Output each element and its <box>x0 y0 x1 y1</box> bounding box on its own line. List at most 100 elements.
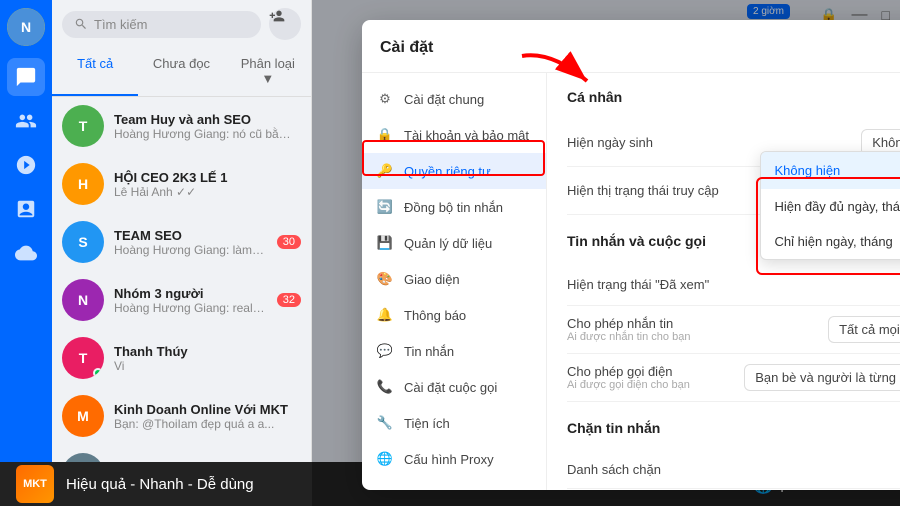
tab-unread[interactable]: Chưa đọc <box>138 48 224 96</box>
allow-call-label: Cho phép gọi điện <box>567 364 690 379</box>
search-box[interactable]: Tìm kiếm <box>62 11 261 38</box>
nav-label-sync: Đồng bộ tin nhắn <box>404 200 503 215</box>
settings-nav-messages[interactable]: 💬 Tin nhắn <box>362 333 546 369</box>
seen-label: Hiện trạng thái "Đã xem" <box>567 277 709 292</box>
nav-icon-messages: 💬 <box>376 342 394 360</box>
chat-name: Nhóm 3 người <box>114 286 267 301</box>
chat-meta: 30 <box>277 235 301 249</box>
nav-icon-utilities: 🔧 <box>376 414 394 432</box>
settings-header: Cài đặt ✕ <box>362 20 900 73</box>
dropdown-option[interactable]: Không hiện ✓ <box>761 152 900 189</box>
add-contact-icon[interactable] <box>269 8 301 40</box>
settings-nav-notify[interactable]: 🔔 Thông báo <box>362 297 546 333</box>
chat-item[interactable]: N Nhóm 3 người Hoàng Hương Giang: real t… <box>52 271 311 329</box>
settings-dialog: Cài đặt ✕ ⚙ Cài đặt chung 🔒 Tài khoản và… <box>362 20 900 490</box>
chat-preview: Hoàng Hương Giang: nó cũ bằng... <box>114 127 291 141</box>
chat-item[interactable]: H HỘI CEO 2K3 LẾ 1 Lê Hải Anh ✓✓ <box>52 155 311 213</box>
nav-label-data: Quản lý dữ liệu <box>404 236 492 251</box>
allow-call-dropdown[interactable]: Bạn bè và người là từng liên hệ ▾ <box>744 364 900 391</box>
settings-nav: ⚙ Cài đặt chung 🔒 Tài khoản và bảo mật 🔑… <box>362 73 547 490</box>
dropdown-option-label: Không hiện <box>775 163 841 178</box>
allow-call-value: Bạn bè và người là từng liên hệ <box>755 370 900 385</box>
main-content: 🔒 — □ 🔷 MKT 🔷 MKT 🔷 MKT 🔷 MKT 🔷 MKT 🔷 MK… <box>312 0 900 506</box>
seen-row: Hiện trạng thái "Đã xem" <box>567 263 900 306</box>
settings-nav-calls[interactable]: 📞 Cài đặt cuộc gọi <box>362 369 546 405</box>
chat-preview: Hoàng Hương Giang: làm cài quả... <box>114 243 267 257</box>
dropdown-option[interactable]: Chỉ hiện ngày, tháng <box>761 224 900 259</box>
user-avatar[interactable]: N <box>7 8 45 46</box>
discover-nav-icon[interactable] <box>7 146 45 184</box>
app-container: N Tìm kiếm <box>0 0 900 506</box>
section-personal: Cá nhân <box>567 89 900 105</box>
settings-nav-account[interactable]: 🔒 Tài khoản và bảo mật <box>362 117 546 153</box>
modal-overlay: Cài đặt ✕ ⚙ Cài đặt chung 🔒 Tài khoản và… <box>312 0 900 506</box>
settings-nav-data[interactable]: 💾 Quản lý dữ liệu <box>362 225 546 261</box>
nav-label-messages: Tin nhắn <box>404 344 454 359</box>
nav-icon-sync: 🔄 <box>376 198 394 216</box>
nav-icon-account: 🔒 <box>376 126 394 144</box>
chat-info: TEAM SEO Hoàng Hương Giang: làm cài quả.… <box>114 228 267 257</box>
sidebar-header: Tìm kiếm <box>52 0 311 48</box>
nav-label-privacy: Quyền riêng tư <box>404 164 491 179</box>
settings-nav-sync[interactable]: 🔄 Đồng bộ tin nhắn <box>362 189 546 225</box>
settings-nav-interface[interactable]: 🎨 Giao diện <box>362 261 546 297</box>
sidebar-tabs: Tất cả Chưa đọc Phân loại ▼ <box>52 48 311 97</box>
logo-area: MKT <box>16 465 54 503</box>
settings-nav-privacy[interactable]: 🔑 Quyền riêng tư <box>362 153 546 189</box>
chat-item[interactable]: T Team Huy và anh SEO Hoàng Hương Giang:… <box>52 97 311 155</box>
chat-preview: Bạn: @ThoiIam đẹp quá a a... <box>114 417 291 431</box>
block-list-row[interactable]: Danh sách chặn › <box>567 450 900 489</box>
chat-preview: Lê Hải Anh ✓✓ <box>114 185 291 199</box>
nav-icon-calls: 📞 <box>376 378 394 396</box>
svg-text:N: N <box>21 19 31 35</box>
chat-name: Thanh Thúy <box>114 344 291 359</box>
chat-name: Team Huy và anh SEO <box>114 112 291 127</box>
chat-avatar: T <box>62 105 104 147</box>
chat-avatar: T <box>62 337 104 379</box>
settings-content: Cá nhân Hiện ngày sinh Không hiện ▾ Hiện… <box>547 73 900 490</box>
cloud-nav-icon[interactable] <box>7 234 45 272</box>
allow-msg-row: Cho phép nhắn tin Ai được nhắn tin cho b… <box>567 306 900 354</box>
chat-name: Kinh Doanh Online Với MKT <box>114 402 291 417</box>
nav-icon-interface: 🎨 <box>376 270 394 288</box>
dropdown-option[interactable]: Hiện đầy đủ ngày, tháng, năm <box>761 189 900 224</box>
settings-body: ⚙ Cài đặt chung 🔒 Tài khoản và bảo mật 🔑… <box>362 73 900 490</box>
chat-nav-icon[interactable] <box>7 58 45 96</box>
settings-nav-utilities[interactable]: 🔧 Tiện ích <box>362 405 546 441</box>
icon-bar: N <box>0 0 52 506</box>
tasks-nav-icon[interactable] <box>7 190 45 228</box>
nav-icon-proxy: 🌐 <box>376 450 394 468</box>
chat-info: Thanh Thúy Vi <box>114 344 291 373</box>
nav-label-proxy: Cấu hình Proxy <box>404 452 494 467</box>
settings-title: Cài đặt <box>380 39 433 57</box>
settings-nav-proxy[interactable]: 🌐 Cấu hình Proxy <box>362 441 546 477</box>
chat-avatar: N <box>62 279 104 321</box>
birthday-value: Không hiện <box>872 135 900 150</box>
tab-all[interactable]: Tất cả <box>52 48 138 96</box>
chat-badge: 30 <box>277 235 301 249</box>
chat-info: HỘI CEO 2K3 LẾ 1 Lê Hải Anh ✓✓ <box>114 170 291 199</box>
chat-avatar: S <box>62 221 104 263</box>
section-block: Chặn tin nhắn <box>567 420 900 436</box>
nav-label-calls: Cài đặt cuộc gọi <box>404 380 497 395</box>
chat-item[interactable]: M Kinh Doanh Online Với MKT Bạn: @ThoiIa… <box>52 387 311 445</box>
chat-list: T Team Huy và anh SEO Hoàng Hương Giang:… <box>52 97 311 506</box>
search-placeholder: Tìm kiếm <box>94 17 147 32</box>
contacts-nav-icon[interactable] <box>7 102 45 140</box>
dropdown-option-label: Hiện đầy đủ ngày, tháng, năm <box>775 199 900 214</box>
nav-icon-privacy: 🔑 <box>376 162 394 180</box>
chat-avatar: H <box>62 163 104 205</box>
sidebar: Tìm kiếm Tất cả Chưa đọc Phân loại ▼ T T… <box>52 0 312 506</box>
status-dropdown-popup: Không hiện ✓ Hiện đầy đủ ngày, tháng, nă… <box>760 151 900 260</box>
nav-label-notify: Thông báo <box>404 308 466 323</box>
chat-info: Nhóm 3 người Hoàng Hương Giang: real tim… <box>114 286 267 315</box>
chat-item[interactable]: T Thanh Thúy Vi <box>52 329 311 387</box>
chat-item[interactable]: S TEAM SEO Hoàng Hương Giang: làm cài qu… <box>52 213 311 271</box>
tab-classify[interactable]: Phân loại ▼ <box>225 48 311 96</box>
settings-nav-general[interactable]: ⚙ Cài đặt chung <box>362 81 546 117</box>
allow-msg-dropdown[interactable]: Tất cả mọi người ▾ <box>828 316 900 343</box>
chat-preview: Hoàng Hương Giang: real time a... <box>114 301 267 315</box>
allow-call-row: Cho phép gọi điện Ai được gọi điện cho b… <box>567 354 900 402</box>
allow-call-sub: Ai được gọi điện cho bạn <box>567 379 690 391</box>
status-label: Hiện thị trạng thái truy cập <box>567 183 719 198</box>
